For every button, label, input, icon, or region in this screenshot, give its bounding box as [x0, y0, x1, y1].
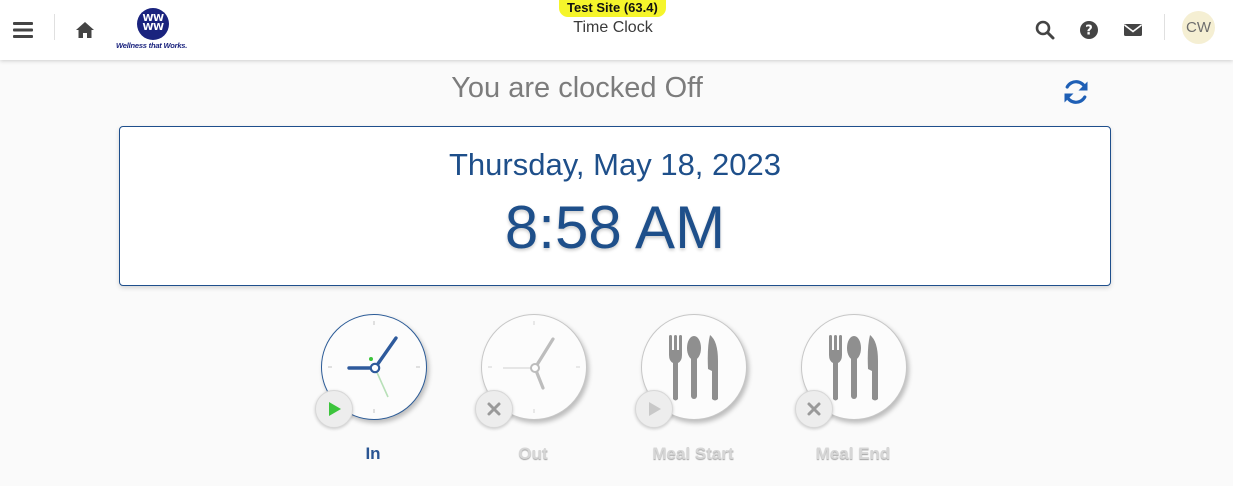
company-logo[interactable]: WW WW Wellness that Works.: [116, 8, 196, 52]
refresh-icon: [1064, 80, 1088, 104]
punch-label: Meal Start: [652, 444, 734, 463]
search-button[interactable]: [1028, 13, 1062, 47]
meal-start-badge: [635, 390, 673, 428]
punch-in-badge: [315, 390, 353, 428]
current-time-panel: Thursday, May 18, 2023 8:58 AM: [119, 126, 1111, 286]
logo-mark: WW WW: [137, 8, 169, 40]
current-date: Thursday, May 18, 2023: [449, 147, 781, 182]
user-avatar[interactable]: CW: [1182, 11, 1215, 44]
punch-label: In: [365, 444, 381, 463]
logo-tagline: Wellness that Works.: [116, 41, 188, 50]
current-time: 8:58 AM: [504, 194, 726, 261]
site-badge: Test Site (63.4): [559, 0, 666, 17]
header-divider: [54, 14, 55, 40]
punch-out-badge: [475, 390, 513, 428]
search-icon: [1035, 20, 1055, 40]
punch-out[interactable]: Out: [468, 312, 598, 472]
header-divider: [1164, 14, 1165, 40]
close-icon: [487, 402, 501, 416]
punch-in[interactable]: In: [308, 312, 438, 472]
play-icon: [649, 402, 661, 416]
punch-meal-start[interactable]: Meal Start: [628, 312, 758, 472]
punch-label: Meal End: [815, 444, 891, 463]
menu-icon: [13, 22, 33, 38]
help-icon: ?: [1080, 21, 1098, 39]
clock-status: You are clocked Off: [451, 72, 703, 104]
menu-button[interactable]: [6, 13, 40, 47]
home-icon: [76, 22, 94, 38]
punch-meal-end[interactable]: Meal End: [788, 312, 918, 472]
close-icon: [807, 402, 821, 416]
app-header: WW WW Wellness that Works. Test Site (63.…: [0, 0, 1233, 60]
punch-label: Out: [518, 444, 548, 463]
help-button[interactable]: ?: [1072, 13, 1106, 47]
play-icon: [329, 402, 341, 416]
home-button[interactable]: [68, 13, 102, 47]
messages-button[interactable]: [1116, 13, 1150, 47]
svg-text:?: ?: [1085, 24, 1093, 39]
meal-end-badge: [795, 390, 833, 428]
page-title: Time Clock: [573, 19, 653, 36]
mail-icon: [1124, 24, 1142, 36]
refresh-button[interactable]: [1060, 76, 1092, 108]
